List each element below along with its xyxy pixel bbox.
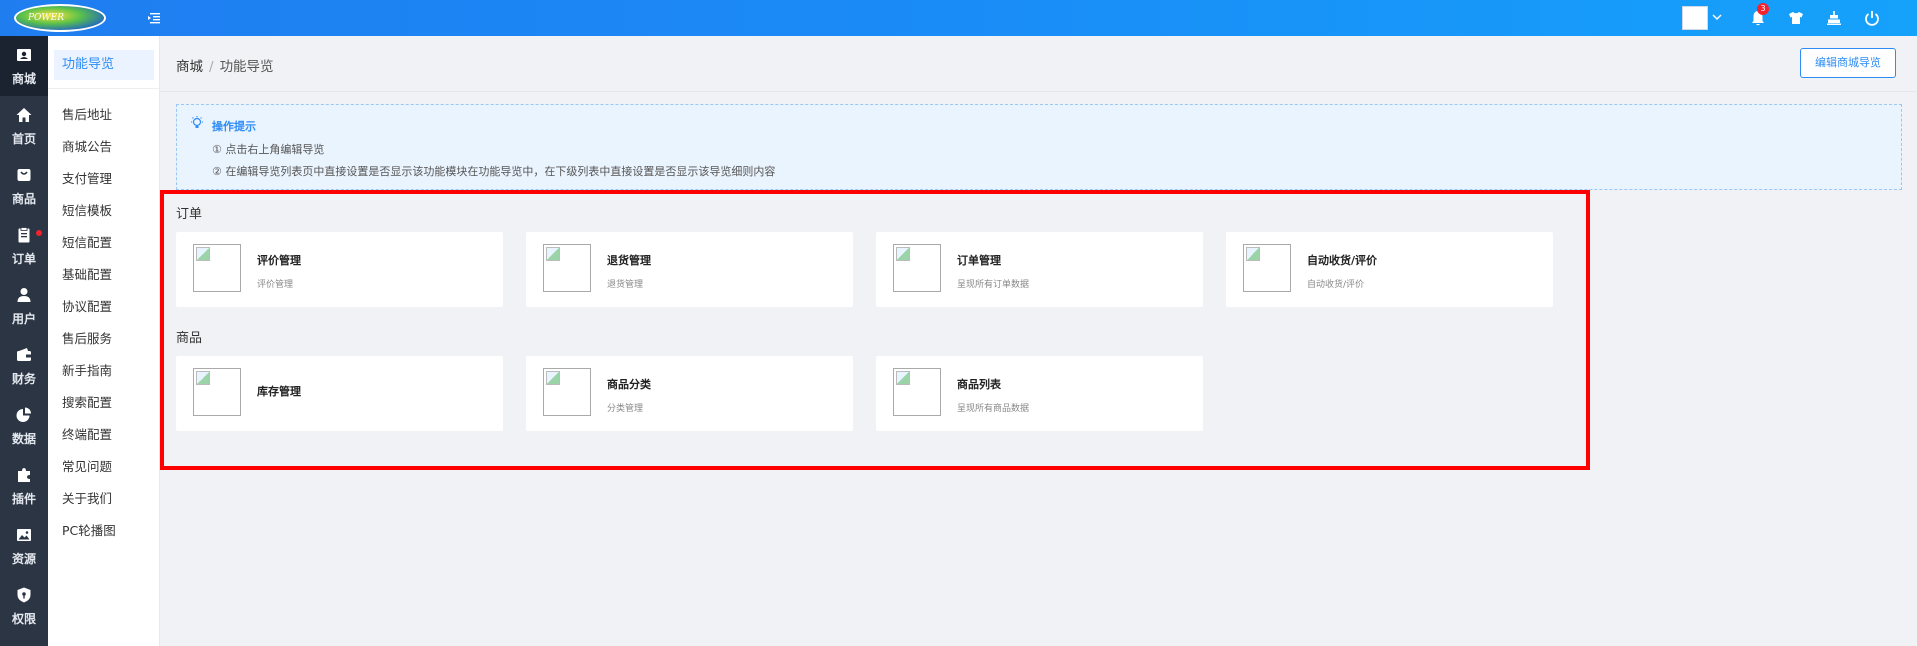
goods-icon [17, 169, 31, 181]
tips-line: ② 在编辑导览列表页中直接设置是否显示该功能模块在功能导览中，在下级列表中直接设… [212, 165, 776, 178]
chevron-down-icon[interactable] [1711, 11, 1723, 23]
guide-card[interactable]: 评价管理 评价管理 [176, 232, 503, 307]
guide-card[interactable]: 退货管理 退货管理 [526, 232, 853, 307]
chart-icon [16, 407, 31, 422]
nav-user[interactable]: 用户 [0, 276, 48, 336]
breadcrumb: 商城 / 功能导览 [176, 55, 274, 75]
shield-icon [17, 587, 31, 603]
card-subtitle: 退货管理 [607, 280, 644, 290]
breadcrumb-root[interactable]: 商城 [176, 59, 203, 75]
cake-icon[interactable] [1825, 9, 1843, 27]
nav-goods[interactable]: 商品 [0, 156, 48, 216]
avatar[interactable] [1682, 6, 1708, 30]
nav-store[interactable]: 商城 [0, 36, 48, 96]
card-thumbnail [193, 244, 241, 292]
card-thumbnail [193, 368, 241, 416]
guide-card[interactable]: 自动收货/评价 自动收货/评价 [1226, 232, 1553, 307]
nav-home[interactable]: 首页 [0, 96, 48, 156]
card-title: 库存管理 [257, 385, 301, 398]
card-thumbnail [543, 368, 591, 416]
card-subtitle: 呈现所有订单数据 [957, 280, 1030, 290]
subnav-item[interactable]: 常见问题 [62, 456, 112, 475]
card-title: 退货管理 [607, 254, 651, 267]
card-title: 商品列表 [957, 378, 1001, 391]
breadcrumb-current: 功能导览 [219, 59, 274, 75]
plugin-icon [18, 468, 30, 482]
card-thumbnail [1243, 244, 1291, 292]
subnav-item[interactable]: 短信模板 [62, 200, 112, 219]
shirt-icon[interactable] [1787, 9, 1805, 27]
guide-card[interactable]: 库存管理 [176, 356, 503, 431]
menu-toggle-icon[interactable] [146, 10, 162, 26]
breadcrumb-separator: / [209, 59, 214, 75]
card-thumbnail [893, 368, 941, 416]
card-thumbnail [893, 244, 941, 292]
section-title-goods: 商品 [176, 331, 203, 346]
subnav-item[interactable]: 商城公告 [62, 136, 112, 155]
sub-sidebar: 功能导览 售后地址 商城公告 支付管理 短信模板 短信配置 基础配置 协议配置 … [48, 36, 160, 646]
card-subtitle: 分类管理 [607, 404, 644, 414]
content-header: 商城 / 功能导览 编辑商城导览 [160, 36, 1917, 92]
tips-panel: 操作提示 ① 点击右上角编辑导览 ② 在编辑导览列表页中直接设置是否显示该功能模… [176, 104, 1902, 190]
subnav-divider [48, 88, 159, 89]
order-icon [18, 227, 30, 243]
card-thumbnail [543, 244, 591, 292]
subnav-item[interactable]: PC轮播图 [62, 520, 116, 539]
order-alert-dot [36, 230, 42, 236]
nav-plugin[interactable]: 插件 [0, 456, 48, 516]
card-subtitle: 呈现所有商品数据 [957, 404, 1030, 414]
card-title: 评价管理 [257, 254, 301, 267]
subnav-item[interactable]: 支付管理 [62, 168, 112, 187]
edit-guide-button[interactable]: 编辑商城导览 [1800, 48, 1896, 78]
guide-card[interactable]: 商品列表 呈现所有商品数据 [876, 356, 1203, 431]
guide-card[interactable]: 商品分类 分类管理 [526, 356, 853, 431]
subnav-item[interactable]: 短信配置 [62, 232, 112, 251]
nav-finance[interactable]: 财务 [0, 336, 48, 396]
card-subtitle: 评价管理 [257, 280, 294, 290]
power-icon[interactable] [1863, 9, 1881, 27]
nav-data[interactable]: 数据 [0, 396, 48, 456]
card-subtitle: 自动收货/评价 [1307, 280, 1365, 290]
top-bar: POWER 3 [0, 0, 1917, 36]
section-title-order: 订单 [176, 207, 203, 222]
card-title: 订单管理 [957, 254, 1001, 267]
card-title: 商品分类 [607, 378, 651, 391]
subnav-item[interactable]: 关于我们 [62, 488, 112, 507]
home-icon [16, 108, 32, 122]
subnav-item[interactable]: 新手指南 [62, 360, 112, 379]
nav-permission[interactable]: 权限 [0, 576, 48, 636]
subnav-item-function-guide[interactable]: 功能导览 [54, 50, 154, 80]
image-icon [17, 529, 31, 541]
subnav-item[interactable]: 协议配置 [62, 296, 112, 315]
notification-badge: 3 [1757, 3, 1769, 15]
subnav-item[interactable]: 售后服务 [62, 328, 112, 347]
store-icon [17, 49, 31, 61]
subnav-item[interactable]: 搜索配置 [62, 392, 112, 411]
wallet-icon [17, 348, 31, 361]
nav-resource[interactable]: 资源 [0, 516, 48, 576]
subnav-item[interactable]: 售后地址 [62, 104, 112, 123]
guide-card[interactable]: 订单管理 呈现所有订单数据 [876, 232, 1203, 307]
subnav-item[interactable]: 基础配置 [62, 264, 112, 283]
tips-line: ① 点击右上角编辑导览 [212, 143, 325, 156]
lightbulb-icon [191, 116, 203, 128]
card-title: 自动收货/评价 [1307, 254, 1378, 267]
nav-order[interactable]: 订单 [0, 216, 48, 276]
user-icon [17, 288, 31, 302]
subnav-item[interactable]: 终端配置 [62, 424, 112, 443]
tips-title: 操作提示 [212, 120, 256, 133]
logo-text: POWER [28, 13, 65, 23]
main-sidebar: 商城 首页 商品 订单 用户 财务 数据 插件 资源 权限 [0, 36, 48, 646]
